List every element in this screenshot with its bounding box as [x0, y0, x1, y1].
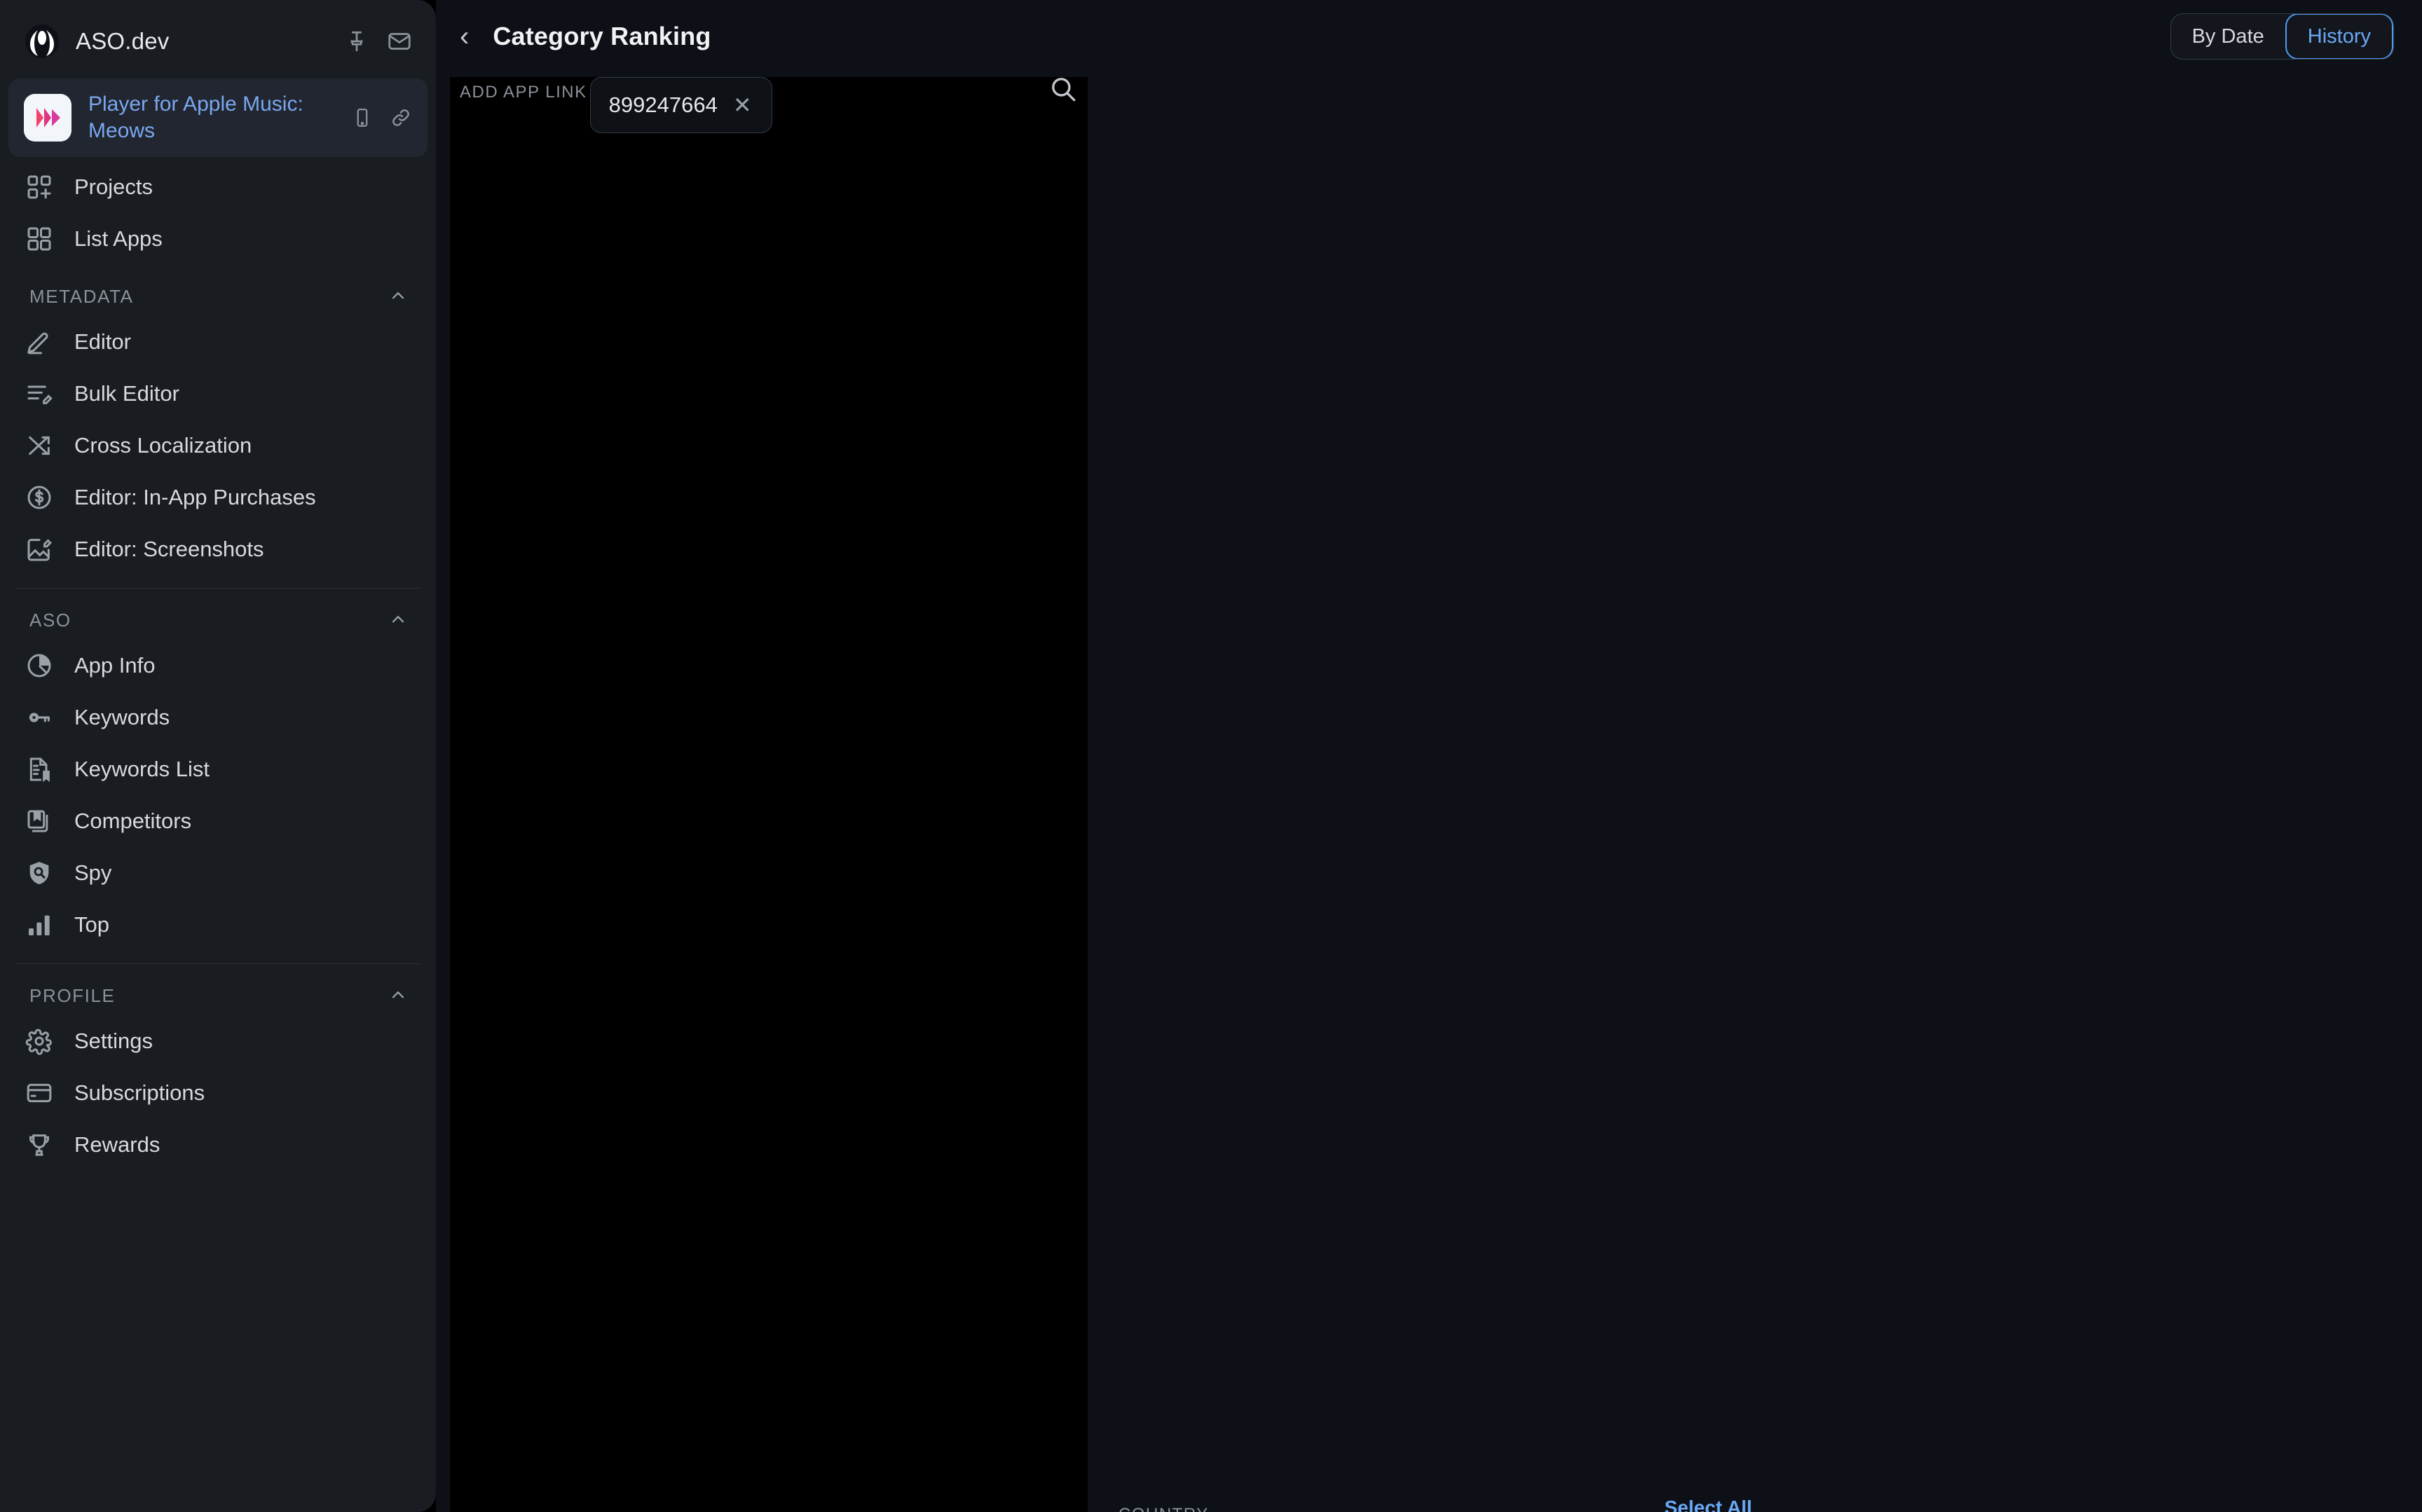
- sidebar-item-label: Editor: Screenshots: [74, 536, 264, 561]
- current-app-title: Player for Apple Music: Meows: [88, 92, 303, 142]
- chevron-up-icon[interactable]: [388, 610, 408, 630]
- chevron-up-icon[interactable]: [388, 287, 408, 306]
- brand-name: ASO.dev: [76, 28, 170, 54]
- country-filter: COUNTRY Select All US: United States ✕ ▾: [1109, 1497, 1759, 1512]
- sidebar-item-label: Projects: [74, 174, 153, 199]
- close-icon[interactable]: ✕: [729, 92, 756, 118]
- dollar-circle-icon: [24, 483, 55, 511]
- country-label: COUNTRY: [1109, 1499, 1759, 1512]
- grid-icon: [24, 225, 55, 253]
- app-root: ASO.dev Player for Apple Music: Meows Pr…: [0, 0, 2422, 1512]
- image-edit-icon: [24, 535, 55, 563]
- sidebar: ASO.dev Player for Apple Music: Meows Pr…: [0, 0, 436, 1512]
- sidebar-item-label: Spy: [74, 860, 112, 885]
- sidebar-item-competitors[interactable]: Competitors: [0, 795, 436, 847]
- sidebar-item-label: Editor: In-App Purchases: [74, 484, 316, 509]
- topbar: ‹ Category Ranking By Date History: [436, 0, 2422, 73]
- sidebar-item-keywords[interactable]: Keywords: [0, 692, 436, 743]
- sidebar-item-settings[interactable]: Settings: [0, 1015, 436, 1067]
- sidebar-item-bulk-editor[interactable]: Bulk Editor: [0, 368, 436, 420]
- shuffle-icon: [24, 432, 55, 460]
- sidebar-item-label: Settings: [74, 1028, 153, 1053]
- pie-chart-icon: [24, 652, 55, 680]
- sidebar-item-label: List Apps: [74, 226, 163, 251]
- shield-search-icon: [24, 859, 55, 887]
- sidebar-section-aso[interactable]: ASO: [0, 589, 436, 640]
- sidebar-item-label: Keywords: [74, 704, 170, 729]
- bulk-edit-icon: [24, 380, 55, 408]
- sidebar-item-keywords-list[interactable]: Keywords List: [0, 743, 436, 795]
- books-icon: [24, 807, 55, 835]
- sidebar-item-rewards[interactable]: Rewards: [0, 1119, 436, 1171]
- link-add-icon[interactable]: [390, 106, 412, 129]
- sidebar-item-projects[interactable]: Projects: [0, 161, 436, 213]
- app-icon: [24, 93, 71, 142]
- pencil-icon: [24, 328, 55, 356]
- credit-card-icon: [24, 1079, 55, 1107]
- section-title: PROFILE: [29, 984, 116, 1006]
- sidebar-item-top[interactable]: Top: [0, 899, 436, 951]
- app-link-label: ADD APP LINK: [460, 83, 587, 102]
- section-title: ASO: [29, 609, 71, 631]
- sidebar-section-profile[interactable]: PROFILE: [0, 964, 436, 1015]
- chevron-up-icon[interactable]: [388, 986, 408, 1005]
- sidebar-item-label: Competitors: [74, 808, 192, 833]
- sidebar-item-label: Keywords List: [74, 756, 210, 781]
- key-icon: [24, 703, 55, 731]
- sidebar-item-subscriptions[interactable]: Subscriptions: [0, 1067, 436, 1119]
- bar-chart-icon: [24, 911, 55, 939]
- sidebar-item-label: Rewards: [74, 1132, 160, 1157]
- sidebar-item-label: Editor: [74, 329, 131, 354]
- sidebar-item-label: App Info: [74, 652, 156, 678]
- sidebar-brand-row: ASO.dev: [0, 0, 436, 76]
- current-app-row[interactable]: Player for Apple Music: Meows: [8, 78, 427, 157]
- sidebar-item-label: Bulk Editor: [74, 380, 179, 406]
- sidebar-item-label: Cross Localization: [74, 432, 252, 458]
- sidebar-item-editor[interactable]: Editor: [0, 316, 436, 368]
- sidebar-section-metadata[interactable]: METADATA: [0, 265, 436, 316]
- sidebar-item-cross-localization[interactable]: Cross Localization: [0, 420, 436, 472]
- app-link-input[interactable]: 899247664: [609, 92, 718, 118]
- sidebar-item-in-app-purchases[interactable]: Editor: In-App Purchases: [0, 472, 436, 523]
- sidebar-item-spy[interactable]: Spy: [0, 847, 436, 899]
- view-mode-toggle: By Date History: [2170, 13, 2394, 60]
- aso-logo-icon: [24, 23, 60, 60]
- mail-icon[interactable]: [387, 29, 412, 54]
- filter-bar: ADD APP LINK 899247664 ✕ COUNTRY Select …: [436, 73, 2422, 1512]
- select-all-link[interactable]: Select All: [1664, 1497, 1752, 1512]
- search-icon[interactable]: [1048, 74, 1078, 104]
- sidebar-item-app-info[interactable]: App Info: [0, 640, 436, 692]
- sidebar-item-label: Top: [74, 912, 109, 937]
- tab-by-date[interactable]: By Date: [2171, 14, 2285, 59]
- tab-history[interactable]: History: [2285, 14, 2393, 59]
- app-link-filter: ADD APP LINK 899247664 ✕: [450, 77, 1088, 1512]
- sidebar-item-screenshots[interactable]: Editor: Screenshots: [0, 523, 436, 575]
- sidebar-nav: Projects List Apps METADATA Editor Bulk …: [0, 161, 436, 1512]
- sidebar-item-list-apps[interactable]: List Apps: [0, 213, 436, 265]
- main-content: ‹ Category Ranking By Date History ADD A…: [436, 0, 2422, 1512]
- sidebar-item-label: Subscriptions: [74, 1080, 205, 1105]
- page-title: Category Ranking: [493, 22, 711, 50]
- document-bookmark-icon: [24, 755, 55, 783]
- current-app-actions: [352, 106, 412, 129]
- pin-icon[interactable]: [345, 29, 369, 53]
- app-link-input-wrap[interactable]: 899247664 ✕: [589, 77, 772, 133]
- gear-icon: [24, 1027, 55, 1055]
- projects-add-icon: [24, 173, 55, 201]
- section-title: METADATA: [29, 285, 134, 307]
- chevron-left-icon[interactable]: ‹: [450, 18, 479, 55]
- phone-icon[interactable]: [352, 107, 373, 128]
- trophy-icon: [24, 1131, 55, 1159]
- sidebar-brand-actions: [345, 29, 412, 54]
